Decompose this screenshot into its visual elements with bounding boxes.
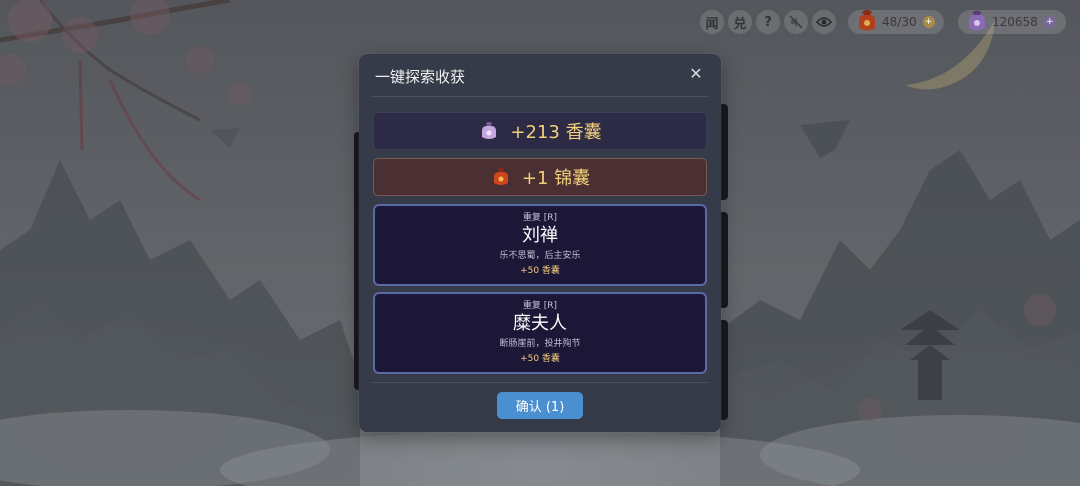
confirm-button-label: 确认 (1): [515, 400, 565, 415]
purple-pouch-icon: [969, 10, 985, 31]
reward-row-sachet: +213 香囊: [373, 112, 707, 150]
card-gain: +50 香囊: [520, 266, 560, 276]
redeem-button[interactable]: 兑: [728, 10, 752, 34]
footer-divider: [371, 382, 709, 383]
card-duplicate-tag: 重复 [R]: [522, 301, 558, 311]
visibility-button[interactable]: [812, 10, 836, 34]
pouch-add-button[interactable]: +: [922, 16, 935, 28]
confirm-button[interactable]: 确认 (1): [497, 392, 583, 419]
card-character-name: 糜夫人: [513, 313, 567, 334]
reward-row-brocade-bag: +1 锦囊: [373, 158, 707, 196]
card-description: 乐不思蜀，后主安乐: [499, 251, 581, 261]
currency-resource: 120658 +: [958, 10, 1066, 34]
character-card[interactable]: 重复 [R] 刘禅 乐不思蜀，后主安乐 +50 香囊: [373, 204, 707, 286]
purple-pouch-icon: [482, 122, 497, 139]
mail-button-label: 闻: [705, 16, 719, 32]
help-icon: ?: [764, 14, 772, 30]
help-button[interactable]: ?: [756, 10, 780, 34]
sound-off-icon: [789, 15, 803, 29]
currency-add-button[interactable]: +: [1043, 16, 1056, 28]
mail-button[interactable]: 闻: [700, 10, 724, 34]
card-character-name: 刘禅: [522, 225, 558, 246]
close-button[interactable]: ✕: [687, 65, 705, 83]
title-divider: [371, 96, 709, 97]
redeem-button-label: 兑: [733, 16, 747, 32]
eye-icon: [816, 17, 832, 27]
dialog-title: 一键探索收获: [375, 68, 466, 86]
card-gain: +50 香囊: [520, 354, 560, 364]
pouch-count: 48/30: [882, 15, 917, 29]
close-icon: ✕: [689, 64, 703, 83]
character-card[interactable]: 重复 [R] 糜夫人 断肠崖前，投井殉节 +50 香囊: [373, 292, 707, 374]
reward-brocade-text: +1 锦囊: [521, 168, 591, 189]
currency-amount: 120658: [992, 15, 1038, 29]
card-description: 断肠崖前，投井殉节: [499, 339, 581, 349]
red-pouch-icon: [859, 10, 875, 31]
pouch-resource: 48/30 +: [848, 10, 944, 34]
exploration-rewards-dialog: 一键探索收获 ✕ +213 香囊 +1 锦囊 重复 [R] 刘禅 乐不思蜀，后主…: [359, 54, 721, 432]
red-brocade-bag-icon: [493, 168, 508, 185]
card-duplicate-tag: 重复 [R]: [522, 213, 558, 223]
reward-sachet-text: +213 香囊: [510, 122, 602, 143]
mute-button[interactable]: [784, 10, 808, 34]
